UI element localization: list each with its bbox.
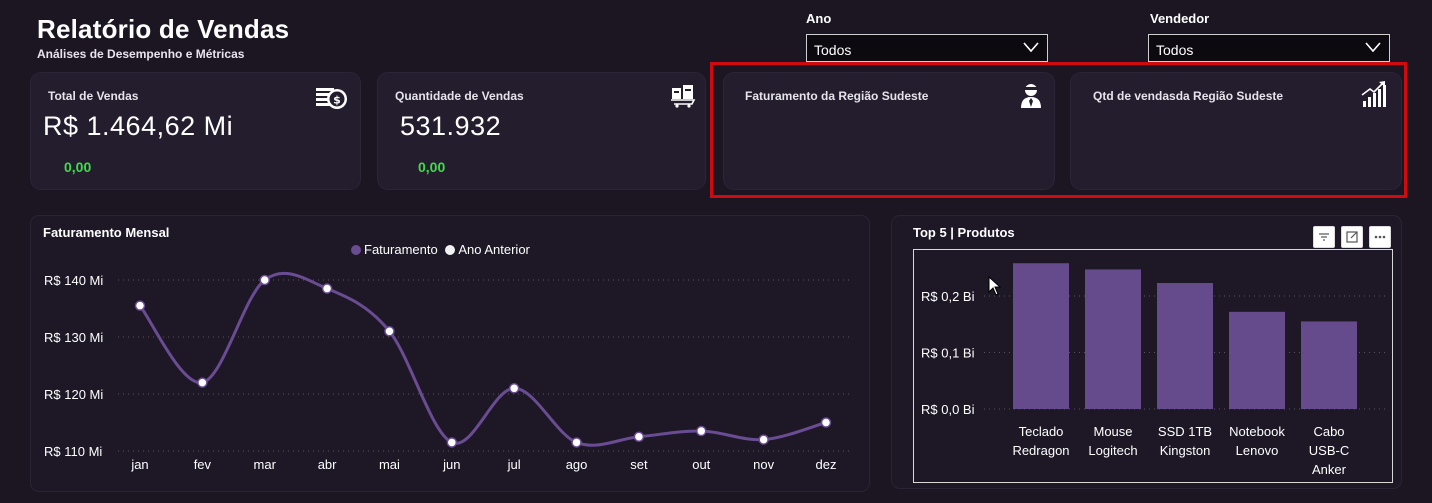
y-tick-label: R$ 0,0 Bi — [921, 402, 975, 417]
x-tick-label: Cabo — [1313, 424, 1344, 439]
x-tick-label: Lenovo — [1236, 443, 1279, 458]
x-tick-label: Anker — [1312, 462, 1347, 477]
bar — [1157, 283, 1213, 409]
bar — [1085, 269, 1141, 409]
bar — [1013, 263, 1069, 409]
bar — [1301, 321, 1357, 409]
x-tick-label: Logitech — [1088, 443, 1137, 458]
x-tick-label: Kingston — [1160, 443, 1211, 458]
x-tick-label: Mouse — [1093, 424, 1132, 439]
bar-chart: R$ 0,0 Bi R$ 0,1 Bi R$ 0,2 Bi Teclado Redrag… — [921, 263, 1388, 477]
y-tick-label: R$ 0,1 Bi — [921, 346, 975, 361]
x-tick-label: SSD 1TB — [1158, 424, 1212, 439]
x-tick-label: USB-C — [1309, 443, 1349, 458]
x-tick-label: Teclado — [1019, 424, 1064, 439]
x-tick-label: Notebook — [1229, 424, 1285, 439]
y-tick-label: R$ 0,2 Bi — [921, 289, 975, 304]
bar — [1229, 311, 1285, 409]
x-tick-label: Redragon — [1012, 443, 1069, 458]
cursor-icon — [988, 276, 1002, 296]
